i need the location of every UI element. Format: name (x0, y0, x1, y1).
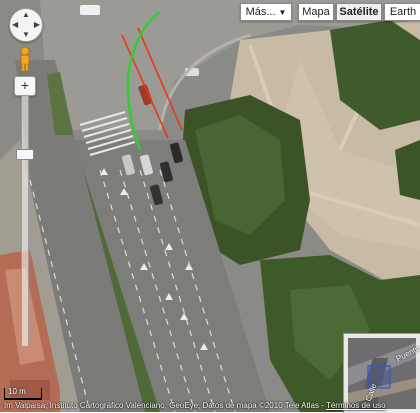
scale-label: 10 m (8, 387, 26, 396)
more-label: Más... (245, 6, 276, 18)
terms-of-use-link[interactable]: Términos de uso (326, 401, 386, 410)
zoom-in-button[interactable]: + (14, 76, 36, 96)
zoom-slider-track[interactable] (21, 96, 29, 346)
pan-control[interactable]: ▲ ▼ ◀ ▶ (9, 8, 43, 42)
pan-right-icon[interactable]: ▶ (34, 21, 40, 29)
map-type-map-button[interactable]: Mapa (298, 3, 334, 21)
pegman-icon[interactable] (17, 46, 33, 72)
pan-left-icon[interactable]: ◀ (12, 21, 18, 29)
attribution-text: Im Valpaisa, Instituto Cartográfico Vale… (4, 401, 326, 410)
map-type-control: Más... ▼ Mapa Satélite Earth (240, 3, 420, 21)
navigation-control: ▲ ▼ ◀ ▶ + (4, 4, 44, 346)
map-type-earth-button[interactable]: Earth (384, 3, 420, 21)
pan-up-icon[interactable]: ▲ (22, 11, 30, 19)
chevron-down-icon: ▼ (278, 8, 287, 17)
zoom-slider-thumb[interactable] (16, 149, 34, 161)
more-layers-button[interactable]: Más... ▼ (240, 3, 292, 21)
map-type-satellite-button[interactable]: Satélite (336, 3, 382, 21)
pan-down-icon[interactable]: ▼ (22, 31, 30, 39)
scale-bar: 10 m (4, 387, 42, 400)
map-attribution: Im Valpaisa, Instituto Cartográfico Vale… (4, 401, 386, 410)
